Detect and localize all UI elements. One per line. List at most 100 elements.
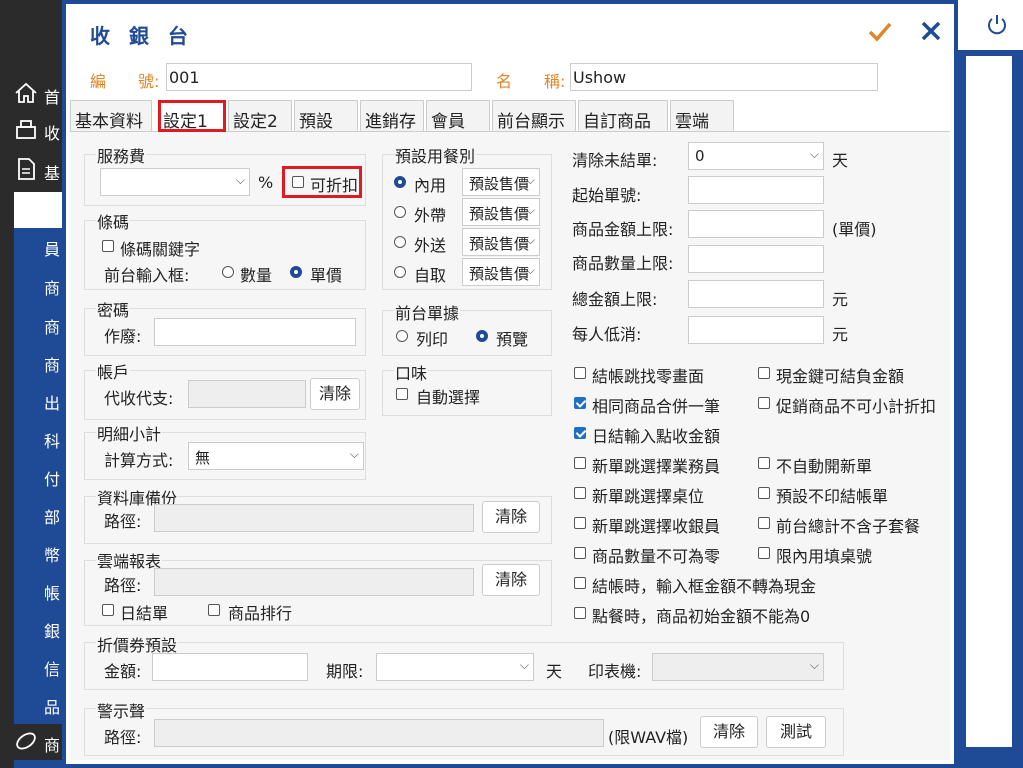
group-label: 口味 xyxy=(394,360,429,384)
sidebar-item[interactable]: 帳 xyxy=(0,572,62,608)
pickup-radio[interactable] xyxy=(394,266,406,278)
check-table-required[interactable] xyxy=(758,547,770,559)
backup-clear-button[interactable]: 清除 xyxy=(482,501,540,533)
sidebar: 首 收 基 收 員 商 商 商 出 科 付 部 幣 帳 銀 信 品 商 xyxy=(0,0,62,768)
day-unit: 天 xyxy=(832,151,849,170)
void-password-input[interactable] xyxy=(154,318,356,346)
check-daily-amount[interactable] xyxy=(574,427,586,439)
check-exclude-subset[interactable] xyxy=(758,517,770,529)
sidebar-item[interactable]: 部 xyxy=(0,496,62,532)
barcode-keyword-label: 條碼關鍵字 xyxy=(120,240,201,259)
tab-settings2[interactable]: 設定2 xyxy=(228,100,292,132)
qty-limit-input[interactable] xyxy=(688,245,824,273)
calc-method-select[interactable]: 無 ⌵ xyxy=(188,442,364,470)
start-no-input[interactable] xyxy=(688,176,824,204)
total-limit-input[interactable] xyxy=(688,280,824,308)
tab-settings1[interactable]: 設定1 xyxy=(158,100,226,132)
sidebar-item[interactable]: 品 xyxy=(0,686,62,722)
print-radio[interactable] xyxy=(396,330,408,342)
product-rank-checkbox[interactable] xyxy=(208,604,220,616)
discountable-checkbox[interactable] xyxy=(292,176,304,188)
pickup-price-select[interactable]: 預設售價 ⌵ xyxy=(462,258,540,286)
sidebar-item-basic[interactable]: 基 xyxy=(0,152,62,188)
daily-report-checkbox[interactable] xyxy=(102,604,114,616)
check-select-sales[interactable] xyxy=(574,457,586,469)
takeout-price-select[interactable]: 預設售價 ⌵ xyxy=(462,198,540,226)
alert-path-label: 路徑: xyxy=(104,728,142,747)
coupon-amount-input[interactable] xyxy=(152,653,308,681)
tab-custom-products[interactable]: 自訂商品 xyxy=(578,100,668,132)
auto-select-checkbox[interactable] xyxy=(396,388,408,400)
price-radio[interactable] xyxy=(290,266,302,278)
sidebar-item[interactable]: 員 xyxy=(0,228,62,264)
sidebar-item-home[interactable]: 首 xyxy=(0,76,62,112)
sidebar-item[interactable]: 銀 xyxy=(0,610,62,646)
check-select-cashier[interactable] xyxy=(574,517,586,529)
cashier-dialog: 收 銀 台 編 號: 001 名 稱: Ushow 基本資料 設定1 設定2 預… xyxy=(62,0,958,768)
close-icon[interactable] xyxy=(918,18,944,44)
collect-input[interactable] xyxy=(188,380,306,408)
takeout-radio[interactable] xyxy=(394,206,406,218)
check-no-auto-new[interactable] xyxy=(758,457,770,469)
tab-front-display[interactable]: 前台顯示 xyxy=(492,100,576,132)
name-field[interactable]: Ushow xyxy=(570,63,878,91)
check-merge-same[interactable] xyxy=(574,397,586,409)
qty-radio[interactable] xyxy=(222,266,234,278)
tab-cloud[interactable]: 雲端 xyxy=(670,100,734,132)
dine-in-radio[interactable] xyxy=(394,176,406,188)
preview-radio[interactable] xyxy=(476,330,488,342)
cloud-clear-button[interactable]: 清除 xyxy=(482,564,540,596)
alert-test-button[interactable]: 測試 xyxy=(766,716,826,748)
sidebar-item[interactable]: 商 xyxy=(0,306,62,342)
sidebar-item[interactable]: 信 xyxy=(0,648,62,684)
check-initial-nonzero[interactable] xyxy=(574,607,586,619)
check-no-cash-convert[interactable] xyxy=(574,577,586,589)
chevron-down-icon: ⌵ xyxy=(525,203,535,217)
check-label: 新單跳選擇桌位 xyxy=(592,487,705,506)
tab-inventory[interactable]: 進銷存 xyxy=(360,100,424,132)
printer-label: 印表機: xyxy=(588,662,642,681)
sidebar-item[interactable]: 科 xyxy=(0,420,62,456)
void-label: 作廢: xyxy=(104,327,142,346)
sidebar-item-active[interactable]: 收 xyxy=(14,192,62,228)
tab-member[interactable]: 會員 xyxy=(426,100,490,132)
check-change-screen[interactable] xyxy=(574,367,586,379)
sidebar-item[interactable]: 出 xyxy=(0,382,62,418)
barcode-keyword-checkbox[interactable] xyxy=(102,240,114,252)
sidebar-item[interactable]: 付 xyxy=(0,458,62,494)
yuan-unit: 元 xyxy=(832,290,849,309)
tab-defaults[interactable]: 預設 xyxy=(294,100,358,132)
backup-path-input[interactable] xyxy=(154,504,474,532)
check-cash-negative[interactable] xyxy=(758,367,770,379)
tab-basic[interactable]: 基本資料 xyxy=(70,100,152,132)
check-qty-nonzero[interactable] xyxy=(574,547,586,559)
coupon-period-select[interactable]: ⌵ xyxy=(376,653,534,681)
check-no-print-bill[interactable] xyxy=(758,487,770,499)
check-promo-no-discount[interactable] xyxy=(758,397,770,409)
document-icon xyxy=(18,158,35,180)
alert-path-input[interactable] xyxy=(154,719,604,747)
delivery-price-select[interactable]: 預設售價 ⌵ xyxy=(462,228,540,256)
sidebar-item-register[interactable]: 收 xyxy=(0,112,62,148)
cloud-path-input[interactable] xyxy=(154,568,474,596)
service-fee-select[interactable]: ⌵ xyxy=(100,168,250,196)
sidebar-item[interactable]: 幣 xyxy=(0,534,62,570)
check-select-table[interactable] xyxy=(574,487,586,499)
clear-unsettled-select[interactable]: 0 ⌵ xyxy=(688,142,824,170)
account-clear-button[interactable]: 清除 xyxy=(310,378,360,410)
sidebar-item[interactable]: 商 xyxy=(0,344,62,380)
alert-clear-button[interactable]: 清除 xyxy=(700,716,758,748)
amount-limit-label: 商品金額上限: xyxy=(572,220,674,239)
confirm-check-icon[interactable] xyxy=(866,18,894,46)
clear-unsettled-value: 0 xyxy=(695,147,705,165)
dine-in-price-select[interactable]: 預設售價 ⌵ xyxy=(462,168,540,196)
power-icon[interactable] xyxy=(985,13,1009,37)
code-field[interactable]: 001 xyxy=(166,63,472,91)
register-icon xyxy=(16,120,36,139)
sidebar-item[interactable]: 商 xyxy=(0,267,62,303)
delivery-radio[interactable] xyxy=(394,236,406,248)
printer-select[interactable]: ⌵ xyxy=(652,653,824,681)
sidebar-item-products[interactable]: 商 xyxy=(0,724,62,760)
min-spend-input[interactable] xyxy=(688,316,824,344)
amount-limit-input[interactable] xyxy=(688,210,824,238)
